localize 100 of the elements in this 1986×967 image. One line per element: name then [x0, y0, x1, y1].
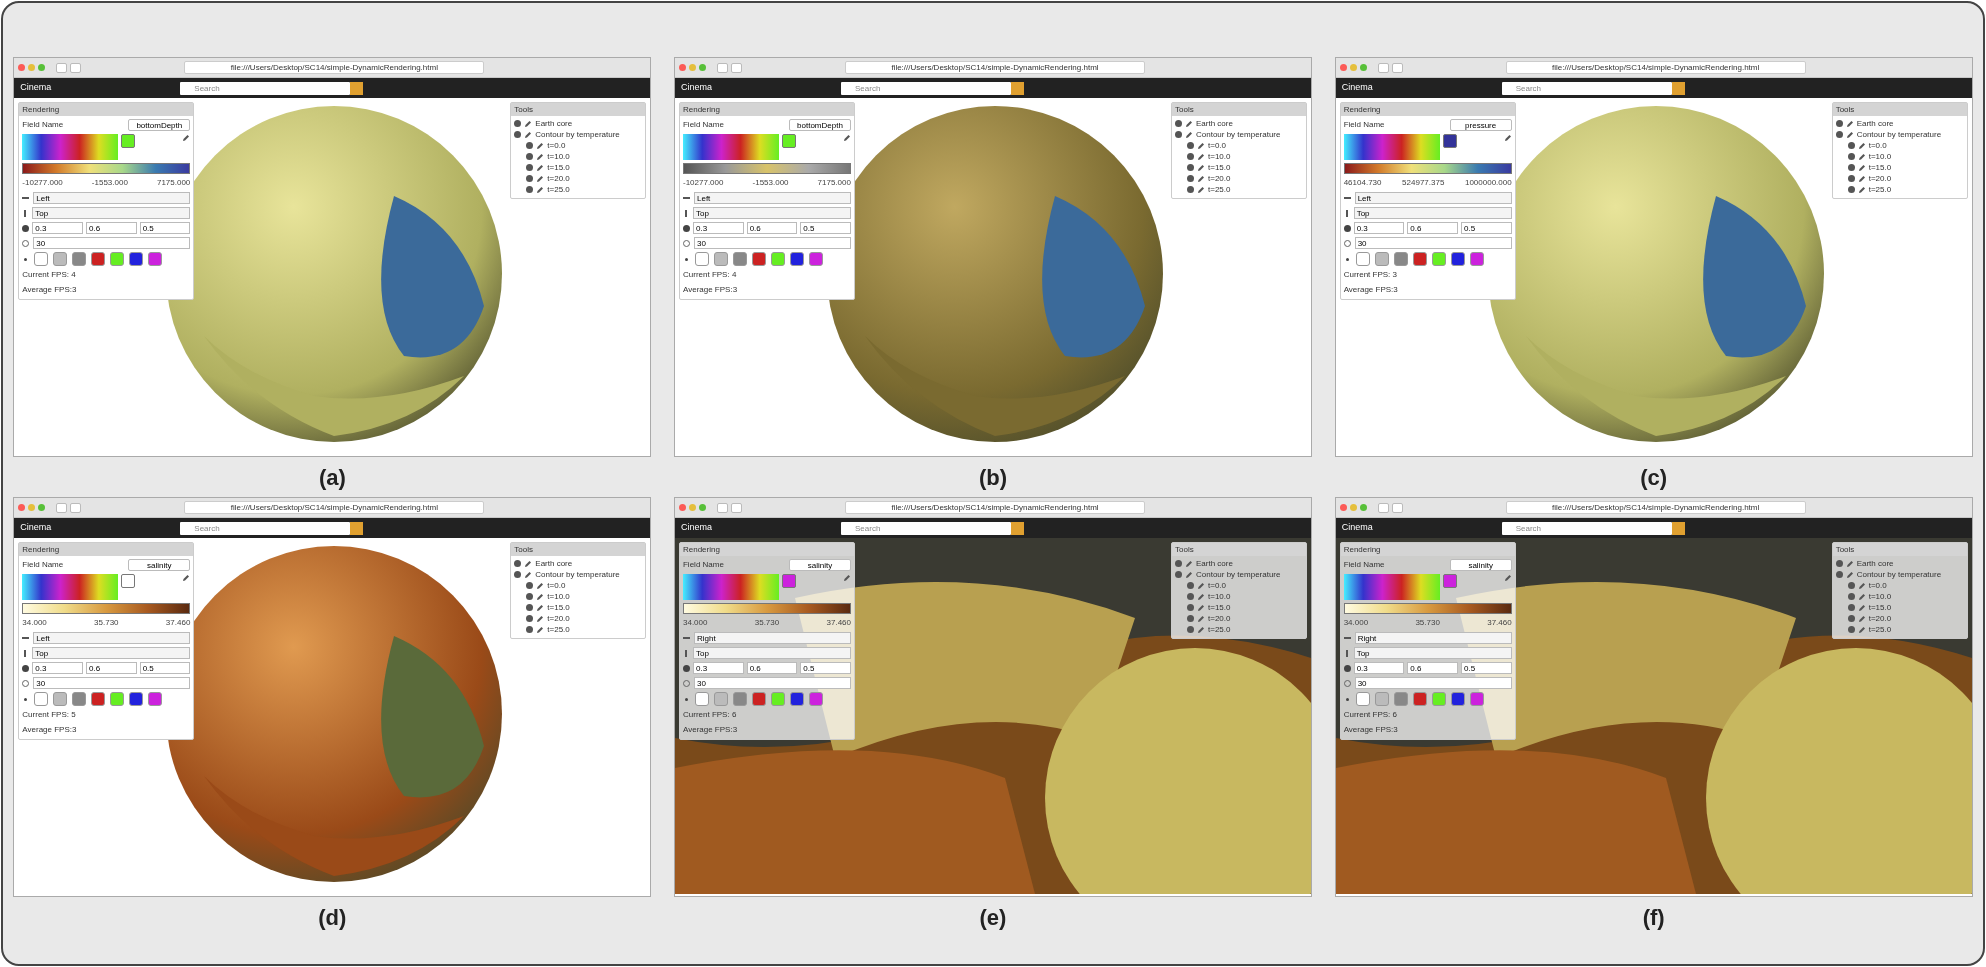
vertical-align-dropdown[interactable]: Top [693, 207, 851, 219]
color-swatch[interactable] [695, 692, 709, 706]
tool-label[interactable]: t=20.0 [1868, 174, 1892, 183]
search-field[interactable]: Search [180, 81, 351, 95]
tool-label[interactable]: t=20.0 [1208, 614, 1231, 623]
tool-label[interactable]: t=10.0 [1868, 592, 1892, 601]
color-scale-bar[interactable] [22, 603, 191, 614]
position-input[interactable]: 0.3 [693, 662, 744, 674]
tool-label[interactable]: t=10.0 [547, 152, 570, 161]
color-swatch[interactable] [53, 252, 68, 266]
position-input[interactable]: 0.3 [693, 222, 744, 234]
search-button[interactable] [350, 81, 364, 95]
tool-label[interactable]: t=25.0 [1208, 625, 1231, 634]
field-dropdown[interactable]: salinity [128, 559, 191, 571]
tool-label[interactable]: Earth core [1856, 559, 1894, 568]
position-input[interactable]: 0.6 [746, 662, 798, 674]
close-icon[interactable] [18, 64, 26, 71]
color-swatch[interactable] [809, 252, 823, 266]
position-input[interactable]: 0.5 [1461, 662, 1512, 674]
address-bar[interactable]: file:///Users/Desktop/SC14/simple-DynamicRendering.html [184, 501, 485, 514]
position-input[interactable]: 0.6 [1407, 222, 1458, 234]
tool-label[interactable]: t=0.0 [547, 141, 566, 150]
color-swatch[interactable] [809, 692, 823, 706]
close-icon[interactable] [679, 64, 686, 71]
address-bar[interactable]: file:///Users/Desktop/SC14/simple-DynamicRendering.html [1505, 61, 1806, 74]
position-input[interactable]: 0.6 [86, 222, 137, 234]
pencil-icon[interactable] [182, 574, 191, 582]
color-swatch[interactable] [752, 252, 766, 266]
color-swatch[interactable] [148, 692, 163, 706]
horizontal-align-dropdown[interactable]: Left [694, 192, 851, 204]
vertical-align-dropdown[interactable]: Top [693, 647, 851, 659]
tool-label[interactable]: t=10.0 [1868, 152, 1892, 161]
pencil-icon[interactable] [843, 134, 851, 142]
color-swatch[interactable] [1412, 252, 1427, 266]
color-swatch[interactable] [53, 692, 68, 706]
tool-label[interactable]: Earth core [1856, 119, 1894, 128]
color-swatch[interactable] [752, 692, 766, 706]
address-bar[interactable]: file:///Users/Desktop/SC14/simple-DynamicRendering.html [845, 61, 1145, 74]
selected-color-swatch[interactable] [1442, 134, 1457, 148]
color-swatch[interactable] [1374, 692, 1389, 706]
position-input[interactable]: 0.5 [139, 222, 191, 234]
field-dropdown[interactable]: salinity [1449, 559, 1512, 571]
tool-label[interactable]: Earth core [535, 559, 573, 568]
position-input[interactable]: 0.3 [32, 662, 83, 674]
size-input[interactable]: 30 [694, 237, 851, 249]
color-swatch[interactable] [733, 252, 747, 266]
address-bar[interactable]: file:///Users/Desktop/SC14/simple-DynamicRendering.html [1505, 501, 1806, 514]
tool-label[interactable]: t=10.0 [1208, 152, 1231, 161]
selected-color-swatch[interactable] [121, 574, 136, 588]
tool-label[interactable]: Earth core [535, 119, 573, 128]
color-swatch[interactable] [1469, 692, 1484, 706]
tool-label[interactable]: t=25.0 [1868, 185, 1892, 194]
color-swatch[interactable] [790, 692, 804, 706]
tool-label[interactable]: t=15.0 [1208, 163, 1231, 172]
color-swatch[interactable] [1393, 252, 1408, 266]
tool-label[interactable]: t=20.0 [547, 174, 570, 183]
close-icon[interactable] [1339, 504, 1347, 511]
tool-label[interactable]: t=0.0 [1208, 581, 1226, 590]
selected-color-swatch[interactable] [121, 134, 136, 148]
size-input[interactable]: 30 [1354, 237, 1512, 249]
tool-label[interactable]: t=25.0 [1208, 185, 1231, 194]
color-swatch[interactable] [34, 252, 49, 266]
color-picker[interactable] [22, 574, 119, 600]
color-scale-bar[interactable] [683, 163, 851, 174]
search-field[interactable]: Search [1501, 81, 1672, 95]
position-input[interactable]: 0.5 [139, 662, 191, 674]
color-swatch[interactable] [714, 692, 728, 706]
search-field[interactable]: Search [841, 521, 1011, 535]
tool-label[interactable]: Contour by temperature [535, 570, 620, 579]
search-field[interactable]: Search [180, 521, 351, 535]
field-dropdown[interactable]: salinity [789, 559, 851, 571]
color-scale-bar[interactable] [683, 603, 851, 614]
search-field[interactable]: Search [841, 81, 1011, 95]
tool-label[interactable]: t=0.0 [1208, 141, 1226, 150]
color-picker[interactable] [683, 134, 779, 160]
position-input[interactable]: 0.6 [86, 662, 137, 674]
color-swatch[interactable] [1469, 252, 1484, 266]
color-picker[interactable] [1343, 574, 1440, 600]
horizontal-align-dropdown[interactable]: Right [1354, 632, 1512, 644]
pencil-icon[interactable] [182, 134, 191, 142]
position-input[interactable]: 0.5 [800, 222, 851, 234]
field-dropdown[interactable]: pressure [1449, 119, 1512, 131]
color-swatch[interactable] [695, 252, 709, 266]
horizontal-align-dropdown[interactable]: Left [33, 632, 191, 644]
tool-label[interactable]: t=0.0 [1868, 141, 1887, 150]
tool-label[interactable]: t=0.0 [547, 581, 566, 590]
close-icon[interactable] [18, 504, 26, 511]
color-swatch[interactable] [129, 692, 144, 706]
color-swatch[interactable] [1393, 692, 1408, 706]
selected-color-swatch[interactable] [782, 134, 796, 148]
position-input[interactable]: 0.6 [746, 222, 798, 234]
position-input[interactable]: 0.6 [1407, 662, 1458, 674]
color-swatch[interactable] [1355, 252, 1370, 266]
color-scale-bar[interactable] [22, 163, 191, 174]
field-dropdown[interactable]: bottomDepth [789, 119, 851, 131]
address-bar[interactable]: file:///Users/Desktop/SC14/simple-DynamicRendering.html [184, 61, 485, 74]
tool-label[interactable]: Contour by temperature [1856, 130, 1942, 139]
close-icon[interactable] [1339, 64, 1347, 71]
position-input[interactable]: 0.5 [1461, 222, 1512, 234]
color-swatch[interactable] [1450, 692, 1465, 706]
